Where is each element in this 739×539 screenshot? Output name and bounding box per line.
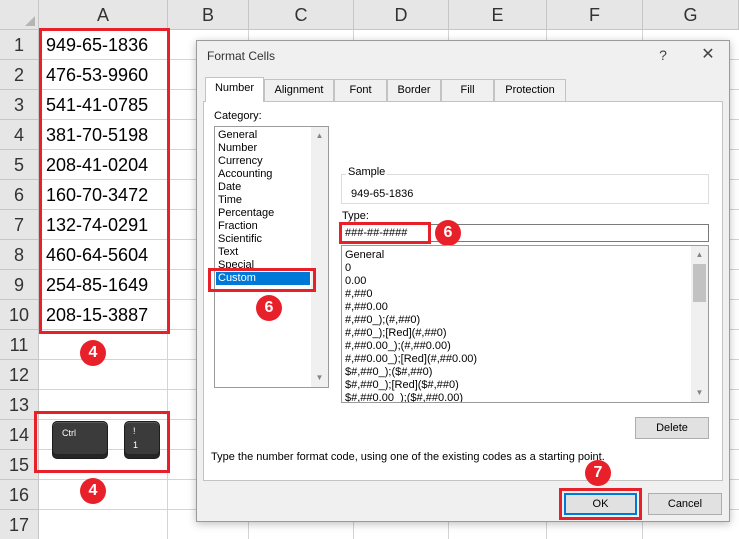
category-item-scientific[interactable]: Scientific xyxy=(218,233,262,246)
step-badge-6: 6 xyxy=(435,220,461,246)
scroll-up-icon[interactable]: ▲ xyxy=(311,129,328,143)
row-header-7[interactable]: 7 xyxy=(0,210,39,240)
scroll-up-icon[interactable]: ▲ xyxy=(691,248,708,262)
column-header-b[interactable]: B xyxy=(168,0,249,30)
tab-border[interactable]: Border xyxy=(387,79,441,101)
step-badge-7: 7 xyxy=(585,460,611,486)
custom-highlight-box xyxy=(208,268,316,292)
column-header-f[interactable]: F xyxy=(547,0,643,30)
category-listbox[interactable]: General Number Currency Accounting Date … xyxy=(214,126,329,388)
one-key-top-label: ! xyxy=(133,426,136,436)
delete-button[interactable]: Delete xyxy=(635,417,709,439)
category-item-percentage[interactable]: Percentage xyxy=(218,207,274,220)
category-item-number[interactable]: Number xyxy=(218,142,257,155)
number-tab-panel: Category: General Number Currency Accoun… xyxy=(203,101,723,481)
category-item-currency[interactable]: Currency xyxy=(218,155,263,168)
step-badge-6: 6 xyxy=(256,295,282,321)
help-icon[interactable]: ? xyxy=(653,45,673,65)
tab-fill[interactable]: Fill xyxy=(441,79,494,101)
category-item-time[interactable]: Time xyxy=(218,194,242,207)
ok-highlight-box xyxy=(559,488,642,520)
scroll-down-icon[interactable]: ▼ xyxy=(311,371,328,385)
category-item-general[interactable]: General xyxy=(218,129,257,142)
row-header-4[interactable]: 4 xyxy=(0,120,39,150)
format-code-item[interactable]: #,##0.00_);(#,##0.00) xyxy=(345,340,451,353)
format-code-item[interactable]: $#,##0_);($#,##0) xyxy=(345,366,432,379)
tab-font[interactable]: Font xyxy=(334,79,387,101)
dialog-title: Format Cells xyxy=(207,49,276,63)
column-header-e[interactable]: E xyxy=(449,0,547,30)
sample-label: Sample xyxy=(346,166,388,178)
category-label: Category: xyxy=(214,110,262,122)
category-item-accounting[interactable]: Accounting xyxy=(218,168,272,181)
row-header-10[interactable]: 10 xyxy=(0,300,39,330)
column-header-a[interactable]: A xyxy=(39,0,168,30)
step-badge-4: 4 xyxy=(80,478,106,504)
format-code-item[interactable]: #,##0.00 xyxy=(345,301,388,314)
format-code-item[interactable]: $#,##0_);[Red]($#,##0) xyxy=(345,379,459,392)
format-code-item[interactable]: 0 xyxy=(345,262,351,275)
format-code-item[interactable]: #,##0 xyxy=(345,288,373,301)
ctrl-key-icon: Ctrl xyxy=(52,421,108,459)
row-header-8[interactable]: 8 xyxy=(0,240,39,270)
format-code-item[interactable]: #,##0.00_);[Red](#,##0.00) xyxy=(345,353,477,366)
select-all-triangle-icon xyxy=(25,16,35,26)
row-header-2[interactable]: 2 xyxy=(0,60,39,90)
format-code-item[interactable]: #,##0_);(#,##0) xyxy=(345,314,420,327)
column-header-c[interactable]: C xyxy=(249,0,354,30)
one-key-bottom-label: 1 xyxy=(133,440,139,450)
format-code-item[interactable]: #,##0_);[Red](#,##0) xyxy=(345,327,447,340)
format-code-scrollbar[interactable]: ▲ ▼ xyxy=(691,246,708,402)
row-header-9[interactable]: 9 xyxy=(0,270,39,300)
category-item-text[interactable]: Text xyxy=(218,246,238,259)
row-header-6[interactable]: 6 xyxy=(0,180,39,210)
ctrl-key-label: Ctrl xyxy=(62,428,76,438)
tab-number[interactable]: Number xyxy=(205,77,264,102)
row-header-5[interactable]: 5 xyxy=(0,150,39,180)
tab-protection[interactable]: Protection xyxy=(494,79,566,101)
category-item-date[interactable]: Date xyxy=(218,181,241,194)
column-header-g[interactable]: G xyxy=(643,0,739,30)
row-header-11[interactable]: 11 xyxy=(0,330,39,360)
row-header-1[interactable]: 1 xyxy=(0,30,39,60)
format-code-item[interactable]: General xyxy=(345,249,384,262)
scroll-down-icon[interactable]: ▼ xyxy=(691,386,708,400)
category-scrollbar[interactable]: ▲ ▼ xyxy=(311,127,328,387)
format-hint-text: Type the number format code, using one o… xyxy=(211,451,605,463)
format-code-listbox[interactable]: General 0 0.00 #,##0 #,##0.00 #,##0_);(#… xyxy=(341,245,709,403)
selection-highlight-box xyxy=(39,28,170,334)
sample-value: 949-65-1836 xyxy=(351,188,414,200)
format-cells-dialog: Format Cells ? ✕ Number Alignment Font B… xyxy=(196,40,730,522)
row-header-16[interactable]: 16 xyxy=(0,480,39,510)
column-header-d[interactable]: D xyxy=(354,0,449,30)
format-code-item[interactable]: $#,##0.00_);($#,##0.00) xyxy=(345,392,463,402)
step-badge-4: 4 xyxy=(80,340,106,366)
close-icon[interactable]: ✕ xyxy=(696,45,720,65)
category-item-fraction[interactable]: Fraction xyxy=(218,220,258,233)
one-key-icon: ! 1 xyxy=(124,421,160,459)
row-header-3[interactable]: 3 xyxy=(0,90,39,120)
format-code-item[interactable]: 0.00 xyxy=(345,275,366,288)
scroll-thumb[interactable] xyxy=(693,264,706,302)
row-header-12[interactable]: 12 xyxy=(0,360,39,390)
tab-alignment[interactable]: Alignment xyxy=(264,79,334,101)
cancel-button[interactable]: Cancel xyxy=(648,493,722,515)
type-label: Type: xyxy=(342,210,369,222)
type-highlight-box xyxy=(339,222,431,244)
row-header-17[interactable]: 17 xyxy=(0,510,39,539)
select-all-corner[interactable] xyxy=(0,0,39,30)
